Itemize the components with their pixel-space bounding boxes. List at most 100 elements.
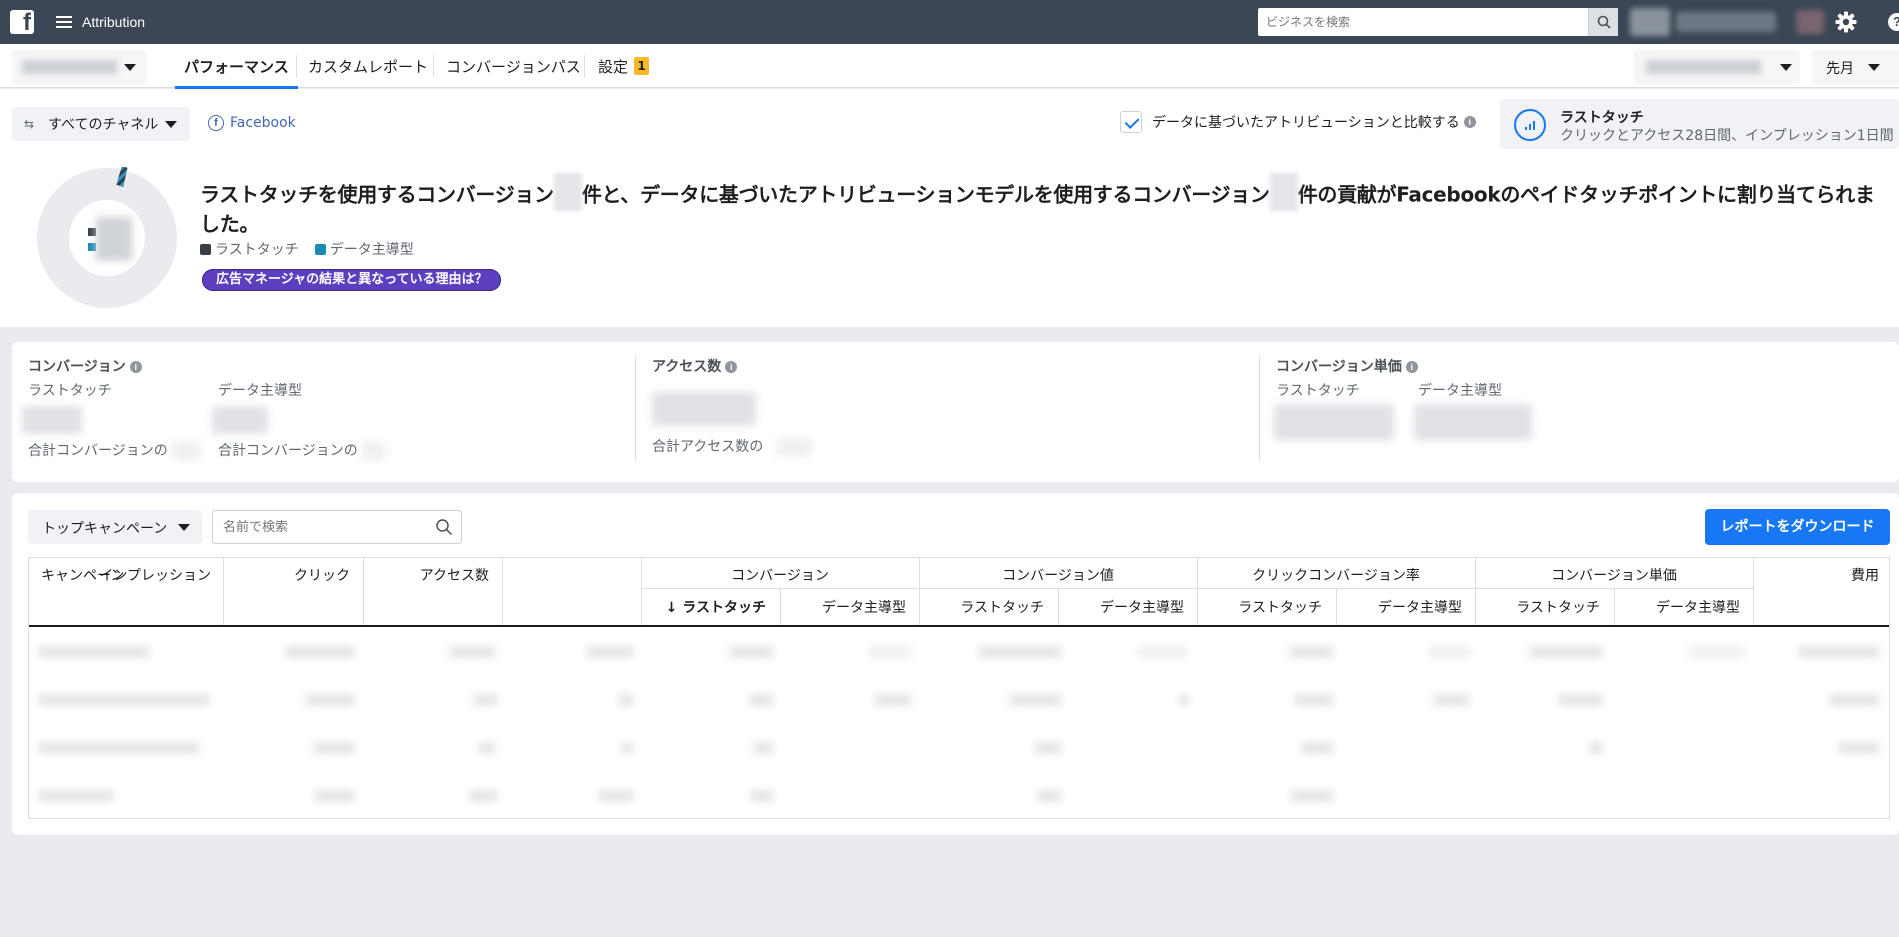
cell-value [1839,742,1879,754]
chevron-down-icon [1868,64,1880,71]
info-icon[interactable]: i [129,361,142,373]
attribution-model-icon [1514,109,1546,141]
business-search-input[interactable] [1258,8,1588,36]
column-header-cvr-last-touch[interactable]: ラストタッチ [1238,597,1322,617]
tab-separator [584,55,585,77]
name-search-input[interactable] [213,519,435,535]
search-icon[interactable] [435,518,453,536]
name-search [212,510,462,544]
cell-value [599,790,633,802]
menu-icon[interactable] [56,16,72,28]
column-group-cpa: コンバージョン単価 [1551,568,1677,584]
column-divider [780,588,781,626]
campaign-group-select[interactable]: トップキャンペーン [28,510,202,544]
metric-conversions: コンバージョン i [28,356,142,376]
notification-indicator[interactable] [1796,10,1824,34]
tab-settings-label: 設定 [598,57,629,76]
table-row[interactable] [29,724,1889,772]
top-bar: Attribution ? [0,0,1899,44]
column-header-cost[interactable]: 費用 [1851,565,1879,585]
info-icon[interactable]: i [1405,361,1418,373]
cell-value [869,646,911,658]
column-header-cpa-last-touch[interactable]: ラストタッチ [1516,597,1600,617]
gear-icon[interactable] [1835,11,1857,33]
period-select[interactable]: 先月 [1812,50,1899,84]
metric-value [652,392,756,426]
tab-conversion-path[interactable]: コンバージョンパス [446,44,581,88]
cell-value [979,646,1061,658]
tab-performance[interactable]: パフォーマンス [175,44,298,89]
platform-filter[interactable]: f Facebook [208,115,296,131]
search-icon [1597,15,1611,29]
account-name [1676,12,1776,32]
cell-value [285,646,355,658]
cell-value [1035,742,1061,754]
metric-col-label: ラストタッチ [1276,383,1360,399]
cell-value [473,694,497,706]
metric-col-label: データ主導型 [218,383,302,399]
channel-filter[interactable]: ⇆ すべてのチャネル [12,107,190,141]
chevron-down-icon [1780,64,1792,71]
attribution-model-title: ラストタッチ [1560,110,1644,126]
compare-toggle[interactable]: データに基づいたアトリビューションと比較する i [1120,111,1476,133]
hidden-number [1269,173,1298,211]
date-range-select[interactable] [1634,50,1800,84]
swap-icon: ⇆ [24,117,35,131]
metric-visits: アクセス数 i [652,356,738,376]
account-avatar[interactable] [1630,8,1670,36]
table-row[interactable] [29,628,1889,676]
column-header-visits[interactable]: アクセス数 [420,565,489,585]
metric-title: コンバージョン i [28,356,142,376]
search-button[interactable] [1588,8,1618,36]
column-divider [1614,588,1615,626]
info-icon[interactable]: i [725,361,738,373]
cell-value [469,790,497,802]
campaign-table: キャンペーン インプレッション クリック アクセス数 コンバージョン コンバージ… [28,557,1890,819]
chevron-down-icon [124,64,136,71]
column-group-conversions: コンバージョン [731,568,829,584]
campaign-table-card: トップキャンペーン レポートをダウンロード キャンペーン インプレッション クリ… [12,493,1899,835]
attribution-model-window: クリックとアクセス28日間、インプレッション1日間 [1560,128,1894,144]
column-header-value-data-driven[interactable]: データ主導型 [1100,597,1184,617]
table-row[interactable] [29,772,1889,818]
tab-separator [433,55,434,77]
ad-account-select[interactable] [12,50,147,84]
app-title: Attribution [82,14,146,30]
metric-value [212,406,268,434]
facebook-logo-icon[interactable] [10,9,34,37]
legend-label-last-touch: ラストタッチ [215,242,299,258]
metric-value [1274,404,1394,440]
cell-value [1529,646,1603,658]
column-header-clicks[interactable]: クリック [294,565,350,585]
business-search [1258,8,1618,36]
metric-title: アクセス数 i [652,356,738,376]
cell-value [39,646,149,658]
cell-value [1589,742,1603,754]
column-header-cpa-data-driven[interactable]: データ主導型 [1656,597,1740,617]
platform-filter-label: Facebook [230,115,296,131]
metric-cpa: コンバージョン単価 i [1276,356,1418,376]
tab-custom-report[interactable]: カスタムレポート [308,44,428,88]
column-header-impressions[interactable]: インプレッション [99,565,211,585]
column-header-conversions-last-touch[interactable]: ↓ ラストタッチ [666,597,766,617]
column-divider [1058,588,1059,626]
column-header-conversions-data-driven[interactable]: データ主導型 [822,597,906,617]
facebook-icon: f [208,115,224,131]
chevron-down-icon [165,121,177,128]
column-divider [1753,558,1754,626]
column-header-cvr-data-driven[interactable]: データ主導型 [1378,597,1462,617]
tab-settings[interactable]: 設定 1 [598,44,650,88]
attribution-model-card[interactable]: ラストタッチ クリックとアクセス28日間、インプレッション1日間 [1500,99,1899,149]
help-icon[interactable]: ? [1888,13,1899,31]
date-range-value [1646,60,1761,74]
column-header-value-last-touch[interactable]: ラストタッチ [960,597,1044,617]
table-row[interactable] [29,676,1889,724]
cell-value [1689,646,1745,658]
compare-checkbox[interactable] [1120,111,1142,133]
info-icon[interactable]: i [1463,116,1476,128]
download-report-button[interactable]: レポートをダウンロード [1705,509,1890,545]
cell-value [1291,790,1333,802]
campaign-group-label: トップキャンペーン [42,521,168,537]
reason-button[interactable]: 広告マネージャの結果と異なっている理由は？ [202,269,502,291]
metric-divider [635,356,636,461]
